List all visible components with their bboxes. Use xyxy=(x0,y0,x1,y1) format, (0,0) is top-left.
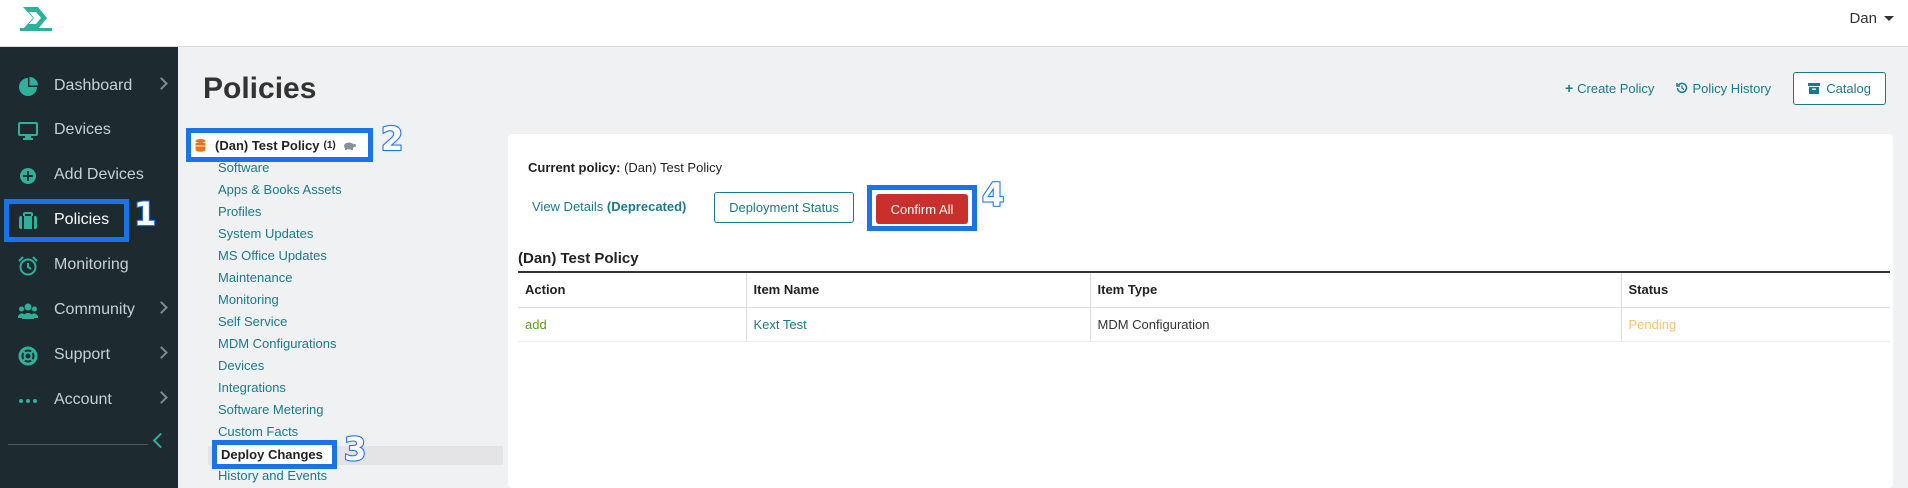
top-bar: Dan xyxy=(0,0,1908,47)
column-header-item-name[interactable]: Item Name xyxy=(746,271,1091,308)
policy-history-link[interactable]: Policy History xyxy=(1676,81,1771,96)
policy-history-label: Policy History xyxy=(1692,80,1772,96)
policy-nav-custom-facts[interactable]: Custom Facts xyxy=(218,424,298,439)
view-details-label: View Details xyxy=(532,199,604,214)
current-policy-value: (Dan) Test Policy xyxy=(624,160,723,175)
current-policy-label: Current policy: xyxy=(528,160,621,175)
policy-nav-apps-books[interactable]: Apps & Books Assets xyxy=(218,182,342,197)
sidebar-item-label: Devices xyxy=(54,121,111,138)
column-header-action[interactable]: Action xyxy=(518,271,747,308)
status-cell: Pending xyxy=(1621,307,1890,342)
table-header-row: Action Item Name Item Type Status xyxy=(518,271,1890,308)
create-policy-label: Create Policy xyxy=(1577,80,1655,96)
catalog-button[interactable]: Catalog xyxy=(1793,71,1886,105)
sidebar-item-label: Add Devices xyxy=(54,166,144,183)
pie-chart-icon xyxy=(19,77,38,96)
policy-nav-ms-office-updates[interactable]: MS Office Updates xyxy=(218,248,327,263)
confirm-all-button[interactable]: Confirm All xyxy=(876,194,968,224)
monitor-icon xyxy=(18,122,38,140)
sidebar-item-label: Support xyxy=(54,346,111,363)
item-name-link[interactable]: Kext Test xyxy=(746,307,1091,342)
chevron-right-icon xyxy=(155,77,168,90)
collapse-sidebar-icon[interactable] xyxy=(152,432,169,449)
sidebar-item-support[interactable]: Support xyxy=(0,334,178,378)
table-title: (Dan) Test Policy xyxy=(518,250,639,267)
lifebuoy-icon xyxy=(18,346,38,366)
create-policy-link[interactable]: + Create Policy xyxy=(1565,80,1655,96)
turtle-icon xyxy=(343,142,356,150)
policy-selector[interactable]: (Dan) Test Policy (1) xyxy=(186,128,373,162)
sidebar-item-label: Monitoring xyxy=(54,256,129,273)
ellipsis-icon xyxy=(19,399,37,403)
callout-4: 4 xyxy=(981,175,1005,215)
user-name: Dan xyxy=(1849,10,1877,27)
policy-nav-profiles[interactable]: Profiles xyxy=(218,204,261,219)
sidebar-item-label: Account xyxy=(54,391,112,408)
policy-nav-deploy-changes[interactable]: Deploy Changes xyxy=(212,440,337,469)
chevron-right-icon xyxy=(155,346,168,359)
logo-icon[interactable] xyxy=(20,5,52,31)
item-type-cell: MDM Configuration xyxy=(1090,307,1622,342)
table-row: add Kext Test MDM Configuration Pending xyxy=(518,307,1890,342)
deployment-status-button[interactable]: Deployment Status xyxy=(714,192,854,223)
policy-nav-system-updates[interactable]: System Updates xyxy=(218,226,313,241)
sidebar: Dashboard Devices Add Devices Policies M… xyxy=(0,47,178,488)
confirm-all-highlight-box: Confirm All xyxy=(867,185,977,231)
policy-nav-devices[interactable]: Devices xyxy=(218,358,264,373)
current-policy: Current policy: (Dan) Test Policy xyxy=(528,160,722,175)
view-details-link[interactable]: View Details (Deprecated) xyxy=(532,199,686,214)
callout-1: 1 xyxy=(133,194,157,234)
policy-nav-monitoring[interactable]: Monitoring xyxy=(218,292,279,307)
plus-icon: + xyxy=(1564,80,1574,96)
chevron-right-icon xyxy=(155,301,168,314)
history-icon xyxy=(1676,82,1688,94)
policy-nav-integrations[interactable]: Integrations xyxy=(218,380,286,395)
page-title: Policies xyxy=(203,72,317,105)
sidebar-item-devices[interactable]: Devices xyxy=(0,109,178,153)
plus-circle-icon xyxy=(20,168,36,184)
policy-nav-self-service[interactable]: Self Service xyxy=(218,314,287,329)
sidebar-divider xyxy=(8,444,148,445)
sidebar-item-monitoring[interactable]: Monitoring xyxy=(0,244,178,288)
header-actions: + Create Policy Policy History Catalog xyxy=(1565,71,1886,105)
policy-nav-mdm-configurations[interactable]: MDM Configurations xyxy=(218,336,337,351)
policies-highlight-box xyxy=(4,199,129,242)
catalog-label: Catalog xyxy=(1826,80,1871,96)
chevron-down-icon xyxy=(1884,16,1894,21)
column-header-item-type[interactable]: Item Type xyxy=(1090,271,1622,308)
sidebar-item-label: Dashboard xyxy=(54,77,133,94)
sidebar-item-account[interactable]: Account xyxy=(0,379,178,423)
policy-selector-name: (Dan) Test Policy xyxy=(215,137,320,153)
sidebar-item-label: Community xyxy=(54,301,135,318)
database-icon xyxy=(195,138,206,152)
callout-3: 3 xyxy=(343,429,367,469)
archive-icon xyxy=(1808,82,1821,94)
policy-nav-history-events[interactable]: History and Events xyxy=(218,468,327,483)
chevron-right-icon xyxy=(155,391,168,404)
policy-nav-software-metering[interactable]: Software Metering xyxy=(218,402,324,417)
policy-selector-count: (1) xyxy=(323,139,336,151)
changes-table: Action Item Name Item Type Status add Ke… xyxy=(518,271,1890,342)
column-header-status[interactable]: Status xyxy=(1621,271,1890,308)
action-cell: add xyxy=(518,307,747,342)
alarm-clock-icon xyxy=(18,256,38,276)
sidebar-item-add-devices[interactable]: Add Devices xyxy=(0,154,178,198)
deploy-changes-panel: Current policy: (Dan) Test Policy View D… xyxy=(508,134,1893,488)
policy-nav-software[interactable]: Software xyxy=(218,160,269,175)
callout-2: 2 xyxy=(380,119,404,159)
sidebar-item-community[interactable]: Community xyxy=(0,289,178,333)
sidebar-item-dashboard[interactable]: Dashboard xyxy=(0,65,178,109)
user-menu[interactable]: Dan xyxy=(1849,10,1894,27)
deprecated-label: (Deprecated) xyxy=(606,199,687,214)
users-icon xyxy=(18,303,38,319)
policy-nav-maintenance[interactable]: Maintenance xyxy=(218,270,292,285)
